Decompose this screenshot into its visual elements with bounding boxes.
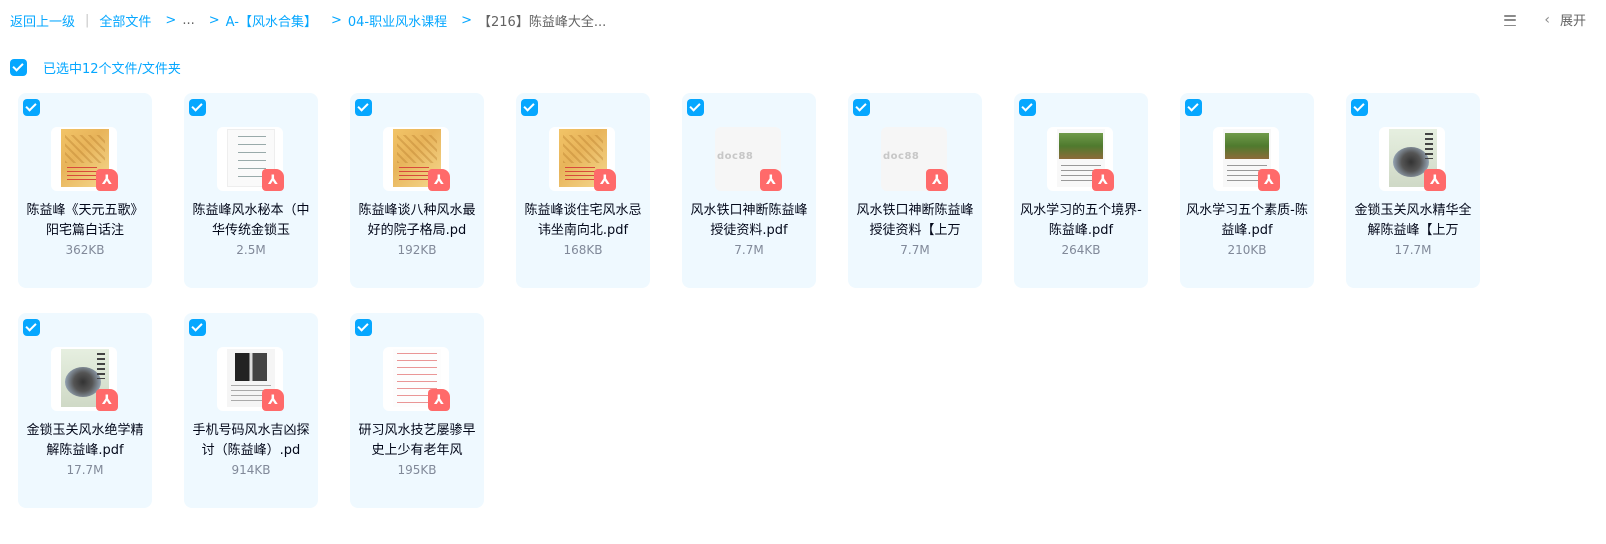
- file-checkbox[interactable]: [189, 319, 206, 336]
- breadcrumb-separator: >: [165, 12, 177, 28]
- file-card[interactable]: ⅄ 陈益峰《天元五歌》阳宅篇白话注 362KB: [18, 93, 152, 288]
- breadcrumb-separator: >: [208, 12, 220, 28]
- file-size: 362KB: [65, 243, 105, 257]
- breadcrumb-item[interactable]: 04-职业风水课程: [348, 11, 447, 30]
- view-controls: ‹ 展开: [1502, 10, 1586, 29]
- file-card[interactable]: ⅄ 陈益峰风水秘本（中华传统金锁玉 2.5M: [184, 93, 318, 288]
- file-size: 168KB: [563, 243, 603, 257]
- file-checkbox[interactable]: [1019, 99, 1036, 116]
- file-size: 7.7M: [900, 243, 930, 257]
- pdf-icon: ⅄: [1424, 169, 1446, 191]
- file-checkbox[interactable]: [853, 99, 870, 116]
- thumbnail-watermark: doc88: [717, 151, 754, 162]
- select-all-checkbox[interactable]: [10, 59, 27, 76]
- file-name: 风水学习五个素质-陈益峰.pdf: [1186, 203, 1308, 238]
- file-name: 手机号码风水吉凶探讨（陈益峰）.pd: [192, 423, 310, 458]
- file-card[interactable]: ⅄ 陈益峰谈住宅风水忌讳坐南向北.pdf 168KB: [516, 93, 650, 288]
- file-size: 210KB: [1227, 243, 1267, 257]
- file-checkbox[interactable]: [1185, 99, 1202, 116]
- file-card[interactable]: ⅄ 研习风水技艺屡骖早 史上少有老年风 195KB: [350, 313, 484, 508]
- file-name: 金锁玉关风水精华全解陈益峰【上万: [1354, 203, 1472, 238]
- pdf-icon: ⅄: [428, 169, 450, 191]
- pdf-icon: ⅄: [760, 169, 782, 191]
- file-card[interactable]: ⅄ 风水学习的五个境界-陈益峰.pdf 264KB: [1014, 93, 1148, 288]
- breadcrumb-separator: >: [461, 12, 472, 28]
- breadcrumb-separator: >: [330, 12, 342, 28]
- file-name: 陈益峰风水秘本（中华传统金锁玉: [192, 203, 310, 238]
- pdf-icon: ⅄: [594, 169, 616, 191]
- expand-button[interactable]: 展开: [1560, 10, 1586, 29]
- breadcrumb: 返回上一级 | 全部文件 > ... > A-【风水合集】 > 04-职业风水课…: [0, 0, 1606, 40]
- list-view-icon[interactable]: [1502, 12, 1518, 28]
- selection-summary: 已选中12个文件/文件夹: [43, 62, 181, 77]
- file-checkbox[interactable]: [23, 99, 40, 116]
- file-checkbox[interactable]: [355, 319, 372, 336]
- pdf-icon: ⅄: [262, 169, 284, 191]
- file-name: 金锁玉关风水绝学精解陈益峰.pdf: [26, 423, 144, 458]
- file-card[interactable]: ⅄ 金锁玉关风水精华全解陈益峰【上万 17.7M: [1346, 93, 1480, 288]
- back-link[interactable]: 返回上一级: [10, 11, 75, 30]
- pdf-icon: ⅄: [96, 389, 118, 411]
- file-checkbox[interactable]: [1351, 99, 1368, 116]
- pdf-icon: ⅄: [96, 169, 118, 191]
- pdf-icon: ⅄: [262, 389, 284, 411]
- file-name: 研习风水技艺屡骖早 史上少有老年风: [358, 423, 476, 458]
- file-name: 陈益峰谈八种风水最好的院子格局.pd: [358, 203, 476, 238]
- file-name: 陈益峰《天元五歌》阳宅篇白话注: [26, 203, 144, 238]
- file-checkbox[interactable]: [23, 319, 40, 336]
- file-size: 17.7M: [66, 463, 104, 477]
- file-name: 风水铁口神断陈益峰授徒资料.pdf: [690, 203, 808, 238]
- breadcrumb-divider: |: [85, 12, 90, 28]
- file-checkbox[interactable]: [687, 99, 704, 116]
- file-card[interactable]: doc88 ⅄ 风水铁口神断陈益峰授徒资料【上万 7.7M: [848, 93, 982, 288]
- file-size: 914KB: [231, 463, 271, 477]
- file-card[interactable]: ⅄ 金锁玉关风水绝学精解陈益峰.pdf 17.7M: [18, 313, 152, 508]
- file-name: 陈益峰谈住宅风水忌讳坐南向北.pdf: [524, 203, 642, 238]
- file-name: 风水学习的五个境界-陈益峰.pdf: [1020, 203, 1142, 238]
- file-size: 195KB: [397, 463, 437, 477]
- pdf-icon: ⅄: [926, 169, 948, 191]
- file-checkbox[interactable]: [521, 99, 538, 116]
- pdf-icon: ⅄: [428, 389, 450, 411]
- breadcrumb-ellipsis[interactable]: ...: [182, 13, 194, 28]
- file-card[interactable]: ⅄ 手机号码风水吉凶探讨（陈益峰）.pd 914KB: [184, 313, 318, 508]
- breadcrumb-item[interactable]: A-【风水合集】: [226, 11, 317, 30]
- file-size: 264KB: [1061, 243, 1101, 257]
- file-card[interactable]: doc88 ⅄ 风水铁口神断陈益峰授徒资料.pdf 7.7M: [682, 93, 816, 288]
- file-checkbox[interactable]: [355, 99, 372, 116]
- chevron-left-icon: ‹: [1544, 11, 1550, 28]
- thumbnail-watermark: doc88: [883, 151, 920, 162]
- breadcrumb-current: 【216】陈益峰大全...: [478, 14, 607, 30]
- file-size: 17.7M: [1394, 243, 1432, 257]
- file-size: 192KB: [397, 243, 437, 257]
- breadcrumb-all-files[interactable]: 全部文件: [99, 11, 151, 30]
- file-card[interactable]: ⅄ 陈益峰谈八种风水最好的院子格局.pd 192KB: [350, 93, 484, 288]
- pdf-icon: ⅄: [1258, 169, 1280, 191]
- file-card[interactable]: ⅄ 风水学习五个素质-陈益峰.pdf 210KB: [1180, 93, 1314, 288]
- file-size: 2.5M: [236, 243, 266, 257]
- file-size: 7.7M: [734, 243, 764, 257]
- file-checkbox[interactable]: [189, 99, 206, 116]
- select-all-row: 已选中12个文件/文件夹: [10, 58, 181, 77]
- pdf-icon: ⅄: [1092, 169, 1114, 191]
- file-name: 风水铁口神断陈益峰授徒资料【上万: [856, 203, 974, 238]
